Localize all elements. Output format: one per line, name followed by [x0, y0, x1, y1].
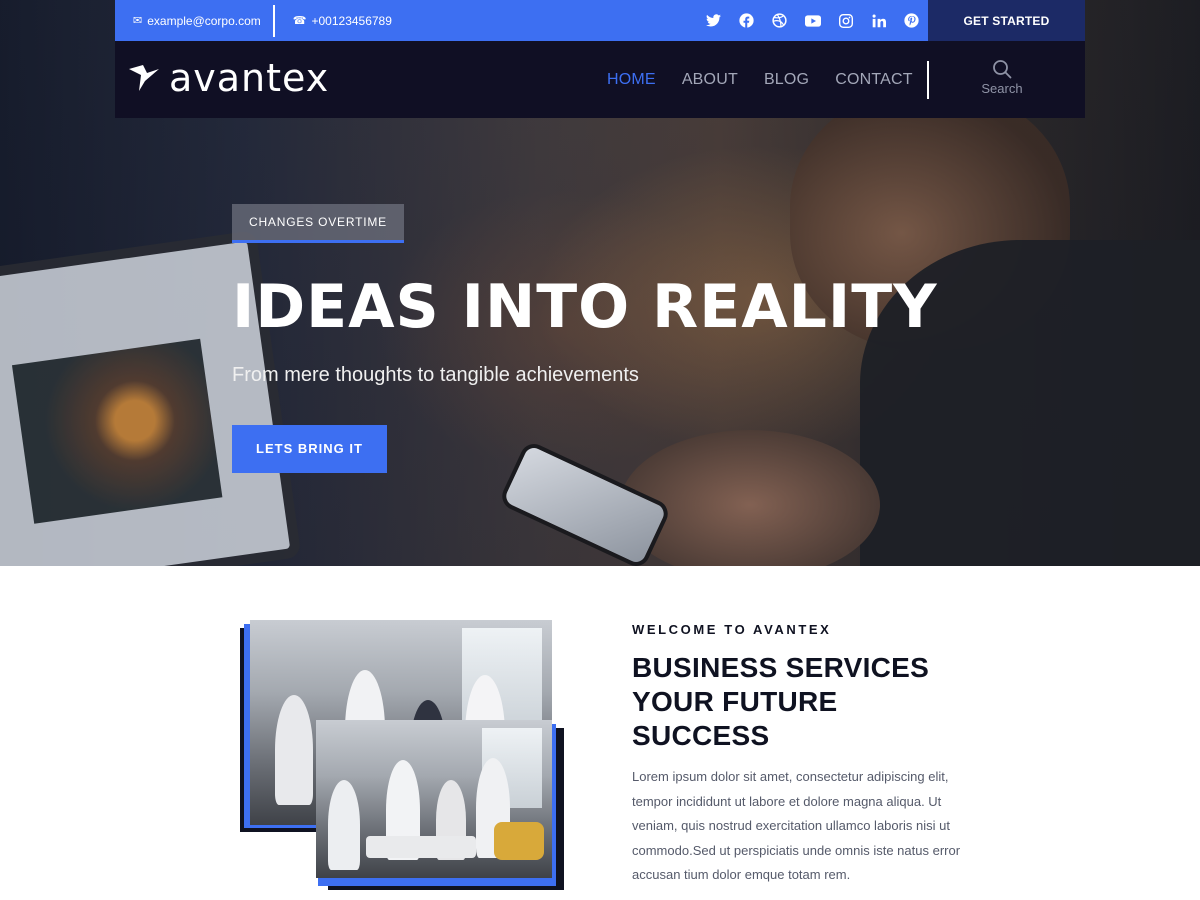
lets-bring-it-button[interactable]: LETS BRING IT — [232, 425, 387, 473]
hero-content: CHANGES OVERTIME IDEAS INTO REALITY From… — [232, 204, 938, 473]
search-button[interactable]: Search — [977, 59, 1027, 96]
nav-item-home[interactable]: HOME — [607, 71, 656, 89]
photo-person — [275, 695, 313, 805]
nav-item-contact[interactable]: CONTACT — [835, 71, 913, 89]
main-nav: HOME ABOUT BLOG CONTACT — [607, 41, 913, 118]
hero-eyebrow-badge: CHANGES OVERTIME — [232, 204, 404, 243]
about-title: BUSINESS SERVICES YOUR FUTURE SUCCESS — [632, 651, 972, 753]
photo-couch — [494, 822, 544, 860]
search-label: Search — [981, 81, 1023, 96]
hero-title: IDEAS INTO REALITY — [232, 272, 938, 342]
social-links — [703, 0, 922, 41]
email-contact[interactable]: ✉ example@corpo.com — [115, 0, 273, 41]
about-title-line: YOUR FUTURE — [632, 686, 838, 717]
instagram-icon[interactable] — [835, 10, 856, 31]
about-title-line: BUSINESS SERVICES — [632, 652, 930, 683]
search-icon — [993, 60, 1012, 79]
facebook-icon[interactable] — [736, 10, 757, 31]
linkedin-icon[interactable] — [868, 10, 889, 31]
laptop-screen-image — [11, 338, 223, 524]
photo-person — [328, 780, 360, 870]
about-body-text: Lorem ipsum dolor sit amet, consectetur … — [632, 769, 961, 882]
youtube-icon[interactable] — [802, 10, 823, 31]
photo-table — [366, 836, 476, 858]
about-photo-stack — [238, 620, 568, 890]
site-logo[interactable]: avantex — [127, 53, 329, 103]
bird-logo-icon — [129, 65, 159, 91]
hero-subtitle: From mere thoughts to tangible achieveme… — [232, 364, 639, 386]
phone-contact[interactable]: ☎ +00123456789 — [272, 4, 404, 37]
get-started-button[interactable]: GET STARTED — [928, 0, 1085, 41]
nav-divider — [927, 61, 929, 99]
pinterest-icon[interactable] — [901, 10, 922, 31]
email-text: example@corpo.com — [147, 13, 261, 28]
contact-info: ✉ example@corpo.com ☎ +00123456789 — [115, 0, 404, 41]
about-eyebrow: WELCOME TO AVANTEX — [632, 622, 832, 637]
nav-item-about[interactable]: ABOUT — [682, 71, 738, 89]
team-meeting-photo-front — [316, 720, 552, 878]
dribbble-icon[interactable] — [769, 10, 790, 31]
about-text-block: WELCOME TO AVANTEX BUSINESS SERVICES YOU… — [632, 622, 972, 888]
nav-item-blog[interactable]: BLOG — [764, 71, 809, 89]
phone-icon: ☎ — [292, 15, 307, 27]
twitter-icon[interactable] — [703, 10, 724, 31]
top-bar: ✉ example@corpo.com ☎ +00123456789 GET S… — [115, 0, 1085, 41]
main-navbar: avantex HOME ABOUT BLOG CONTACT Search — [115, 41, 1085, 118]
about-title-line: SUCCESS — [632, 720, 770, 751]
envelope-icon: ✉ — [133, 15, 143, 27]
phone-text: +00123456789 — [311, 13, 392, 28]
logo-text: avantex — [169, 56, 330, 100]
